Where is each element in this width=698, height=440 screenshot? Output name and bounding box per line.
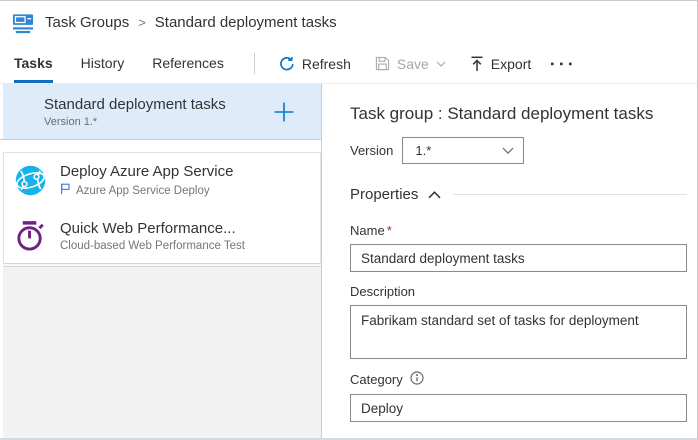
category-label-text: Category [350, 372, 403, 387]
task-item-deploy-azure-app-service[interactable]: Deploy Azure App Service Azure App Servi… [4, 153, 320, 208]
task-subtitle-text: Azure App Service Deploy [76, 185, 210, 197]
info-icon[interactable] [410, 371, 424, 388]
properties-section-toggle[interactable]: Properties [350, 186, 687, 203]
toolbar-divider [254, 53, 255, 74]
app-window: Task Groups > Standard deployment tasks … [0, 0, 698, 440]
chevron-down-icon [436, 61, 446, 67]
refresh-icon [279, 56, 295, 72]
task-item-quick-web-performance[interactable]: Quick Web Performance... Cloud-based Web… [4, 208, 320, 263]
task-subtitle: Cloud-based Web Performance Test [60, 240, 245, 252]
version-label: Version [350, 143, 393, 158]
task-group-pane: Standard deployment tasks Version 1.* [0, 84, 322, 438]
task-list: Deploy Azure App Service Azure App Servi… [3, 152, 321, 264]
export-label: Export [491, 56, 531, 72]
ellipsis-icon [551, 62, 572, 66]
tab-tasks[interactable]: Tasks [14, 44, 53, 83]
category-input[interactable] [350, 394, 687, 422]
task-group-title: Standard deployment tasks [44, 96, 273, 113]
chevron-up-icon [418, 186, 441, 203]
version-dropdown[interactable]: 1.* [402, 137, 524, 164]
flag-icon [60, 183, 71, 198]
task-drop-area [3, 266, 321, 438]
pane-divider [0, 139, 321, 140]
task-group-version: Version 1.* [44, 116, 273, 128]
stopwatch-icon [14, 219, 47, 252]
refresh-button[interactable]: Refresh [267, 44, 363, 83]
task-subtitle: Azure App Service Deploy [60, 183, 233, 198]
properties-section-label: Properties [350, 186, 418, 203]
version-dropdown-value: 1.* [415, 143, 431, 158]
toolbar: Refresh Save [267, 44, 580, 83]
task-title: Deploy Azure App Service [60, 163, 233, 180]
name-input[interactable] [350, 244, 687, 272]
breadcrumb-task-groups[interactable]: Task Groups [45, 14, 129, 31]
save-icon [375, 56, 390, 71]
content-area: Standard deployment tasks Version 1.* [0, 84, 697, 438]
task-group-details-pane: Task group : Standard deployment tasks V… [322, 84, 697, 438]
save-button[interactable]: Save [363, 44, 458, 83]
description-input[interactable]: Fabrikam standard set of tasks for deplo… [350, 305, 687, 359]
panel-title: Task group : Standard deployment tasks [350, 104, 687, 124]
chevron-down-icon [502, 143, 514, 158]
breadcrumb-current-page: Standard deployment tasks [155, 14, 337, 31]
task-groups-icon [12, 11, 35, 34]
task-text: Deploy Azure App Service Azure App Servi… [60, 163, 233, 198]
name-label-text: Name [350, 223, 385, 238]
name-label: Name* [350, 223, 687, 238]
version-row: Version 1.* [350, 137, 687, 164]
description-label: Description [350, 284, 687, 299]
globe-icon [14, 164, 47, 197]
tab-toolbar-row: Tasks History References Refresh [0, 44, 697, 84]
breadcrumb: Task Groups > Standard deployment tasks [0, 1, 697, 44]
plus-icon [273, 111, 295, 126]
required-marker: * [387, 223, 392, 238]
tab-strip: Tasks History References [14, 44, 252, 83]
save-label: Save [397, 56, 429, 72]
refresh-label: Refresh [302, 56, 351, 72]
category-label: Category [350, 371, 687, 388]
task-subtitle-text: Cloud-based Web Performance Test [60, 240, 245, 252]
breadcrumb-separator: > [138, 15, 146, 30]
task-group-header[interactable]: Standard deployment tasks Version 1.* [3, 84, 321, 139]
tab-references[interactable]: References [152, 44, 224, 83]
export-up-arrow-icon [470, 56, 484, 72]
section-rule [453, 194, 687, 195]
add-task-button[interactable] [273, 101, 295, 123]
more-actions-button[interactable] [543, 44, 580, 83]
task-text: Quick Web Performance... Cloud-based Web… [60, 220, 245, 252]
tab-history[interactable]: History [81, 44, 125, 83]
export-button[interactable]: Export [458, 44, 543, 83]
task-title: Quick Web Performance... [60, 220, 245, 237]
task-group-header-text: Standard deployment tasks Version 1.* [44, 96, 273, 128]
